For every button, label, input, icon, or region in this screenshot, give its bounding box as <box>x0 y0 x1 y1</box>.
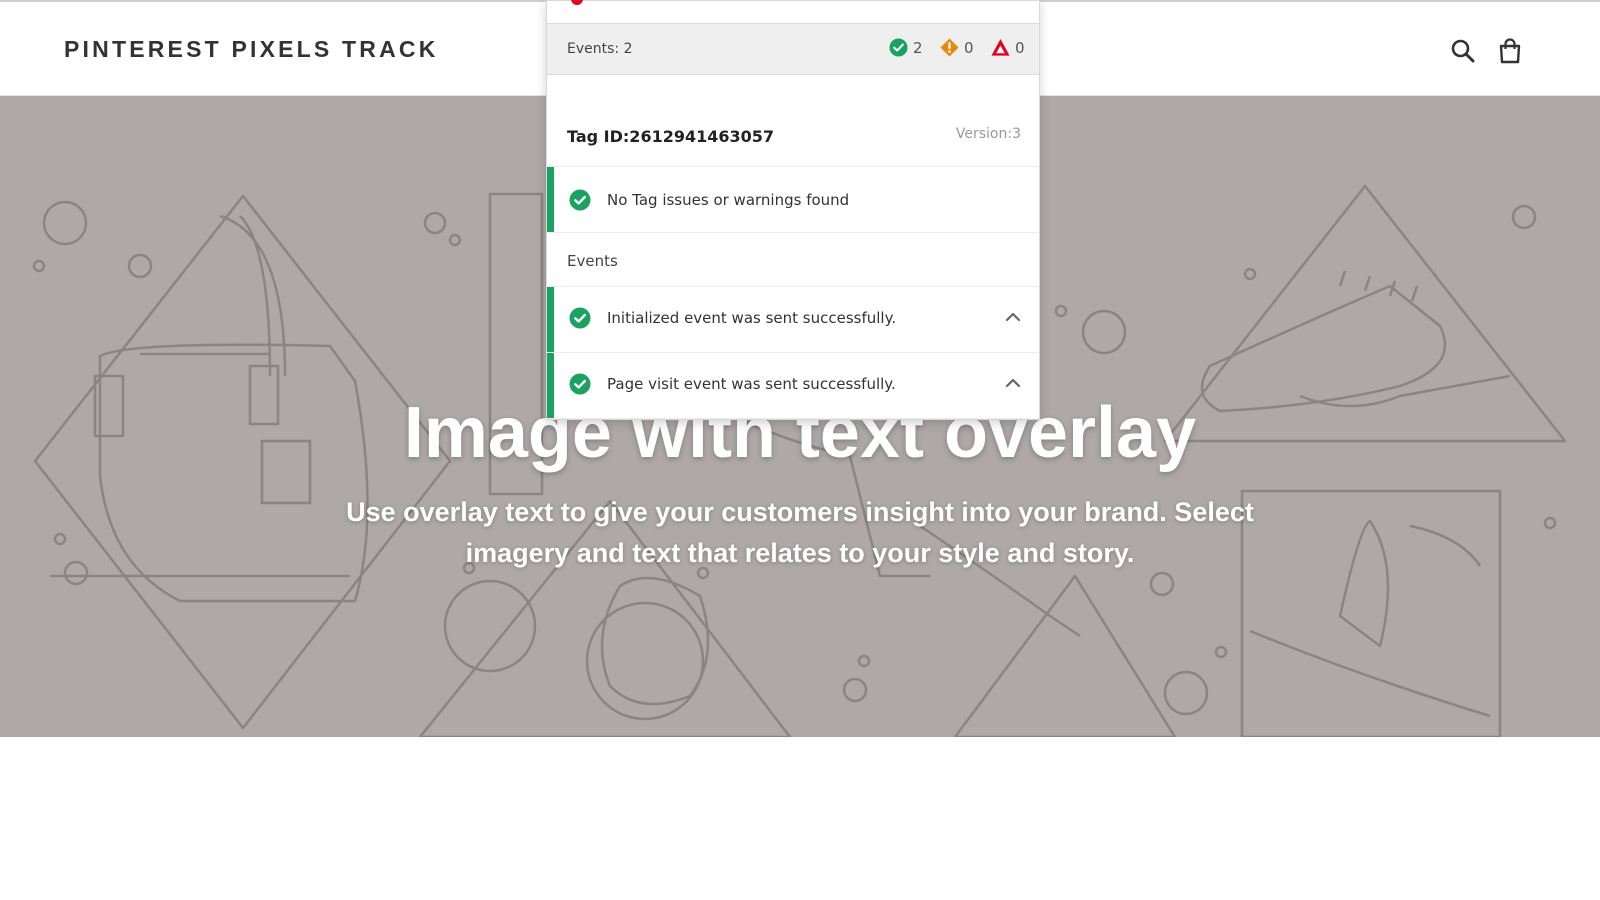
status-indicator-bar <box>547 287 554 352</box>
error-count-value: 0 <box>1015 38 1025 57</box>
tag-status-row: No Tag issues or warnings found <box>547 167 1039 233</box>
check-circle-icon <box>889 38 908 57</box>
check-circle-icon <box>569 307 591 329</box>
pinterest-logo-icon <box>571 0 583 5</box>
error-count: 0 <box>991 38 1025 57</box>
store-logo-link[interactable]: PINTEREST PIXELS TRACK <box>64 36 439 63</box>
error-triangle-icon <box>991 38 1010 56</box>
chevron-up-icon[interactable] <box>1003 373 1023 393</box>
success-count-value: 2 <box>913 38 923 57</box>
check-circle-icon <box>569 189 591 211</box>
tag-id: Tag ID:2612941463057 <box>567 127 775 146</box>
event-message: Page visit event was sent successfully. <box>607 375 896 393</box>
success-count: 2 <box>889 38 923 57</box>
warning-diamond-icon <box>940 38 959 57</box>
event-row-page-visit[interactable]: Page visit event was sent successfully. <box>547 353 1039 419</box>
cart-icon[interactable] <box>1495 36 1525 66</box>
event-message: Initialized event was sent successfully. <box>607 309 897 327</box>
popup-top-strip <box>547 0 1039 23</box>
search-icon[interactable] <box>1448 36 1478 66</box>
event-row-initialized[interactable]: Initialized event was sent successfully. <box>547 287 1039 353</box>
tag-info-row: Tag ID:2612941463057 Version:3 <box>547 75 1039 167</box>
chevron-up-icon[interactable] <box>1003 307 1023 327</box>
events-summary-bar: Events: 2 2 0 0 <box>547 23 1039 75</box>
status-indicator-bar <box>547 167 554 232</box>
check-circle-icon <box>569 373 591 395</box>
warning-count: 0 <box>940 38 974 57</box>
events-count: Events: 2 <box>567 41 633 57</box>
status-indicator-bar <box>547 353 554 418</box>
tag-status-message: No Tag issues or warnings found <box>607 191 850 209</box>
warning-count-value: 0 <box>964 38 974 57</box>
hero-subtitle: Use overlay text to give your customers … <box>346 497 1254 568</box>
events-heading: Events <box>567 252 618 270</box>
pinterest-tag-helper-popup: Events: 2 2 0 0 Tag ID:2612941463057 Ver… <box>546 0 1040 420</box>
tag-version: Version:3 <box>955 126 1021 142</box>
